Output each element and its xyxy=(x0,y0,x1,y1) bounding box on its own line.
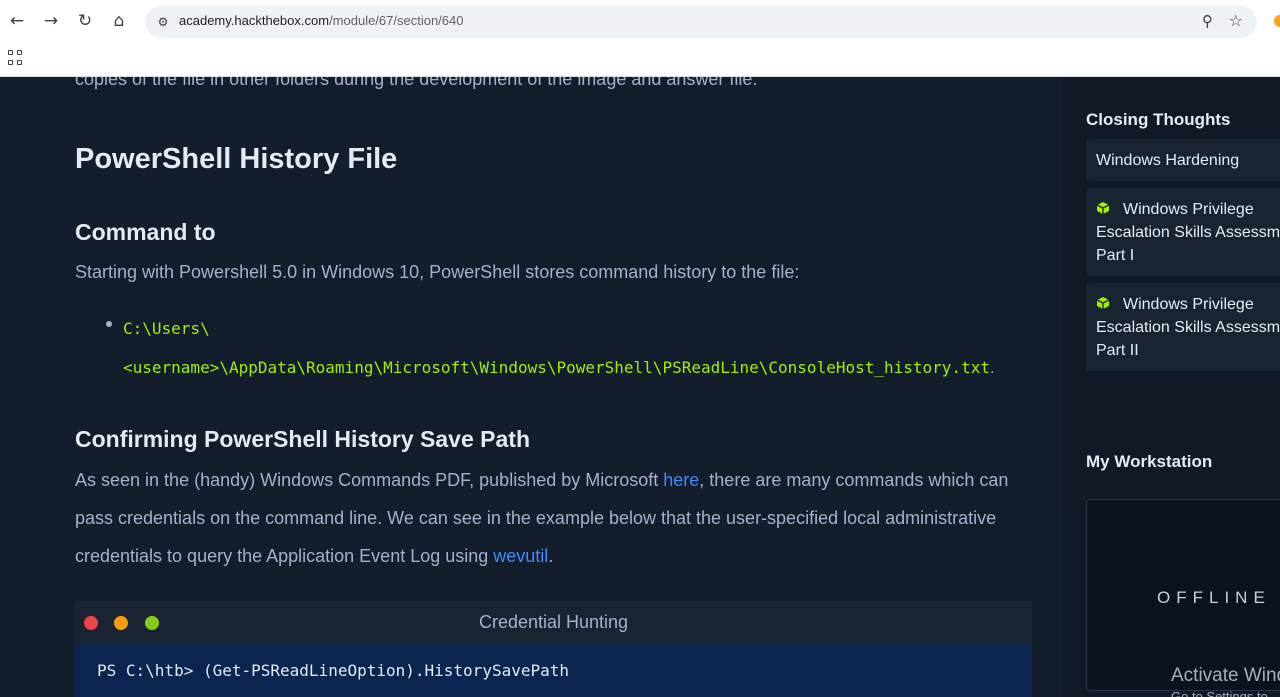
sidebar-item-line2: Escalation Skills Assessme xyxy=(1096,319,1280,336)
workstation-panel[interactable]: OFFLINE xyxy=(1086,499,1280,691)
history-path-line2: <username>\AppData\Roaming\Microsoft\Win… xyxy=(123,358,994,378)
article-content: copies of the file in other folders duri… xyxy=(0,77,1062,697)
site-settings-icon[interactable]: ⚙ xyxy=(155,14,171,30)
url-domain: academy.hackthebox.com xyxy=(179,13,330,28)
intro-paragraph: Starting with Powershell 5.0 in Windows … xyxy=(75,262,800,282)
section-title: PowerShell History File xyxy=(75,143,398,175)
sidebar-item-line3: Part I xyxy=(1096,247,1135,264)
sidebar-item-line1: Windows Privilege xyxy=(1096,293,1280,316)
paragraph-cut: copies of the file in other folders duri… xyxy=(75,77,758,89)
body-text-1: As seen in the (handy) Windows Commands … xyxy=(75,470,664,490)
sidebar-item-skills-assessment-2[interactable]: Windows Privilege Escalation Skills Asse… xyxy=(1086,283,1280,371)
activate-windows-hint: Go to Settings to xyxy=(1171,689,1268,697)
sidebar-item-text: Windows Privilege Escalation Skills Asse… xyxy=(1096,293,1280,362)
bookmarks-bar xyxy=(0,42,1280,77)
sidebar-item-line2: Escalation Skills Assessme xyxy=(1096,224,1280,241)
reload-icon[interactable]: ↻ xyxy=(73,9,97,33)
closing-thoughts-heading: Closing Thoughts xyxy=(1086,110,1231,129)
terminal-command: PS C:\htb> (Get-PSReadLineOption).Histor… xyxy=(97,661,570,680)
bookmark-star-icon[interactable]: ☆ xyxy=(1229,11,1243,30)
module-cube-icon xyxy=(1096,297,1110,309)
sidebar-item-windows-hardening[interactable]: Windows Hardening xyxy=(1086,139,1280,181)
sidebar-item-text: Windows Privilege Escalation Skills Asse… xyxy=(1096,198,1280,267)
terminal-titlebar: Credential Hunting xyxy=(75,601,1032,643)
activate-windows-watermark: Activate Wind xyxy=(1171,665,1280,686)
sidebar-item-label: Windows Privilege xyxy=(1123,296,1254,313)
module-sidebar: Closing Thoughts Windows Hardening Windo… xyxy=(1062,77,1280,697)
subheading-command-to: Command to xyxy=(75,219,216,245)
my-workstation-heading: My Workstation xyxy=(1086,452,1213,471)
terminal-window: Credential Hunting PS C:\htb> (Get-PSRea… xyxy=(75,601,1032,697)
terminal-title: Credential Hunting xyxy=(478,612,629,632)
body-paragraph: As seen in the (handy) Windows Commands … xyxy=(75,461,1035,575)
history-path-line1: C:\Users\ xyxy=(123,319,210,338)
browser-toolbar: ← → ↻ ⌂ ⚙ academy.hackthebox.com/module/… xyxy=(0,0,1280,42)
sidebar-item-label: Windows Privilege xyxy=(1123,201,1254,218)
here-link[interactable]: here xyxy=(663,470,699,490)
address-bar[interactable]: ⚙ academy.hackthebox.com/module/67/secti… xyxy=(145,6,1257,38)
home-icon[interactable]: ⌂ xyxy=(107,9,131,33)
subheading-confirming-path: Confirming PowerShell History Save Path xyxy=(75,426,530,452)
sidebar-item-line1: Windows Privilege xyxy=(1096,198,1280,221)
back-arrow-icon[interactable]: ← xyxy=(5,9,29,33)
extension-icon[interactable] xyxy=(1274,15,1280,27)
forward-arrow-icon[interactable]: → xyxy=(39,9,63,33)
module-cube-icon xyxy=(1096,202,1110,214)
wevutil-link[interactable]: wevutil xyxy=(493,546,548,566)
sidebar-item-skills-assessment-1[interactable]: Windows Privilege Escalation Skills Asse… xyxy=(1086,188,1280,276)
apps-grid-icon[interactable] xyxy=(8,50,24,66)
sidebar-item-line3: Part II xyxy=(1096,342,1139,359)
history-path-code: <username>\AppData\Roaming\Microsoft\Win… xyxy=(123,358,990,377)
url-path: /module/67/section/640 xyxy=(329,13,464,28)
sidebar-item-label: Windows Hardening xyxy=(1096,152,1240,169)
bullet-dot xyxy=(106,321,112,327)
url-text[interactable]: academy.hackthebox.com/module/67/section… xyxy=(179,13,464,28)
body-text-3: . xyxy=(548,546,554,566)
zoom-icon[interactable]: ⚲ xyxy=(1202,12,1213,30)
terminal-body[interactable]: PS C:\htb> (Get-PSReadLineOption).Histor… xyxy=(75,643,1032,697)
history-path-period: . xyxy=(989,360,995,377)
workstation-status: OFFLINE xyxy=(1157,588,1271,607)
